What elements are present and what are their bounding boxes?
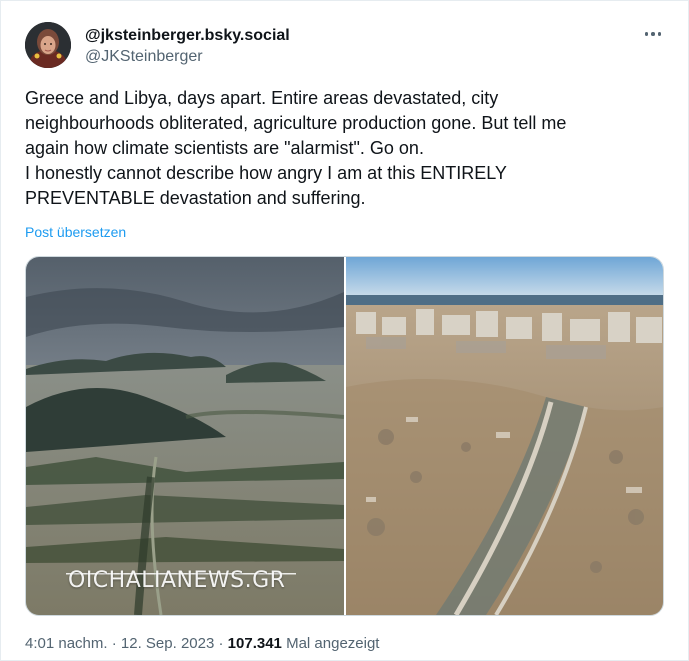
author-handle[interactable]: @JKSteinberger [85,47,290,67]
tweet-meta: 4:01 nachm. · 12. Sep. 2023 · 107.341 Ma… [25,635,379,652]
translate-post-link[interactable]: Post übersetzen [25,224,126,240]
flood-photo-image [26,257,344,615]
photo-watermark: OICHALIANEWS.GR [68,568,286,593]
tweet-text-line: I honestly cannot describe how angry I a… [25,163,507,183]
destruction-photo-image [345,257,663,615]
views-count[interactable]: 107.341 [228,635,282,652]
tweet-time[interactable]: 4:01 nachm. [25,635,108,652]
media-grid: OICHALIANEWS.GR [25,256,664,616]
avatar[interactable] [25,22,71,68]
tweet-text-line: neighbourhoods obliterated, agriculture … [25,113,567,133]
tweet-text-line: PREVENTABLE devastation and suffering. [25,188,366,208]
meta-separator: · [111,635,117,652]
tweet-text-line: Greece and Libya, days apart. Entire are… [25,88,499,108]
tweet-card: @jksteinberger.bsky.social @JKSteinberge… [0,0,689,661]
tweet-text: Greece and Libya, days apart. Entire are… [25,86,665,211]
tweet-text-line: again how climate scientists are "alarmi… [25,138,424,158]
tweet-date[interactable]: 12. Sep. 2023 [121,635,214,652]
photo-libya-destruction[interactable] [345,257,663,615]
views-label: Mal angezeigt [286,635,380,652]
more-dot-icon [657,32,662,36]
avatar-portrait-icon [25,22,71,68]
author-names: @jksteinberger.bsky.social @JKSteinberge… [85,26,290,67]
more-dot-icon [651,32,655,36]
more-options-button[interactable] [640,25,666,43]
author-display-name[interactable]: @jksteinberger.bsky.social [85,26,290,46]
tweet-header: @jksteinberger.bsky.social @JKSteinberge… [25,19,668,73]
photo-greece-flood[interactable]: OICHALIANEWS.GR [26,257,344,615]
meta-separator: · [218,635,224,652]
more-dot-icon [644,32,649,36]
